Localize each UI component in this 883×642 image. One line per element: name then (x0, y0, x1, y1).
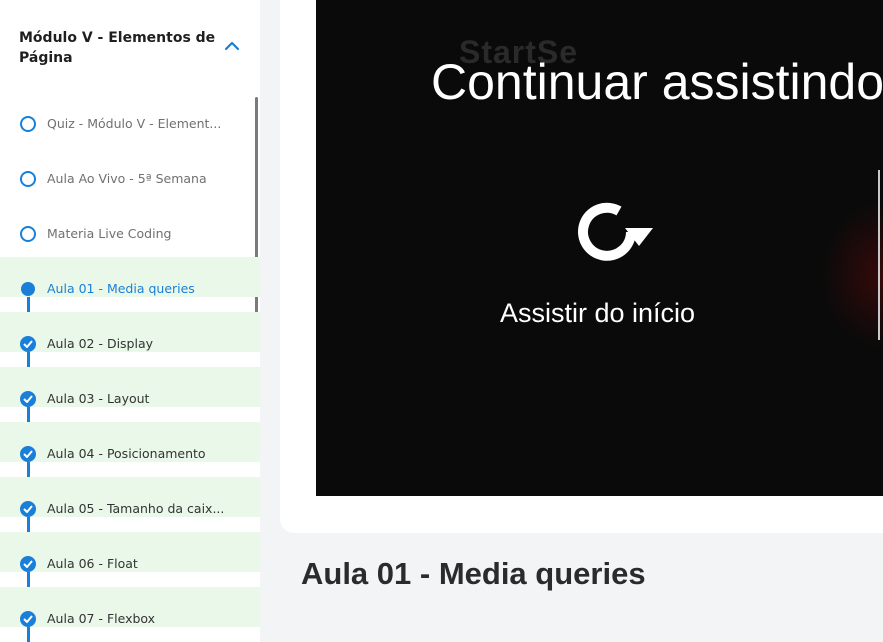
lesson-label: Aula 06 - Float (47, 556, 138, 571)
watch-from-start-button[interactable]: Assistir do início (500, 298, 695, 329)
circle-icon (20, 116, 36, 132)
lesson-label: Materia Live Coding (47, 226, 172, 241)
chevron-up-icon[interactable] (223, 38, 241, 54)
check-icon (20, 336, 36, 352)
lesson-label: Quiz - Módulo V - Element... (47, 116, 222, 131)
circle-icon (20, 226, 36, 242)
lesson-label: Aula 07 - Flexbox (47, 611, 156, 626)
check-icon (20, 391, 36, 407)
lesson-label: Aula 01 - Media queries (47, 281, 195, 296)
lesson-title: Aula 01 - Media queries (301, 556, 646, 591)
continue-watching-button[interactable]: Continuar assistindo (431, 52, 883, 112)
lesson-item[interactable]: Aula 02 - Display (0, 312, 260, 373)
lesson-item-current[interactable]: Aula 01 - Media queries (0, 257, 260, 318)
lesson-item[interactable]: Aula 06 - Float (0, 532, 260, 593)
lesson-label: Aula 03 - Layout (47, 391, 150, 406)
lesson-label: Aula 04 - Posicionamento (47, 446, 206, 461)
course-sidebar: Módulo V - Elementos de Página Quiz - Mó… (0, 0, 260, 642)
lesson-item[interactable]: Aula Ao Vivo - 5ª Semana (0, 153, 260, 208)
video-divider (878, 170, 880, 340)
lesson-label: Aula 05 - Tamanho da caix... (47, 501, 225, 516)
check-icon (20, 446, 36, 462)
current-dot-icon (21, 282, 35, 296)
circle-icon (20, 171, 36, 187)
check-icon (20, 501, 36, 517)
lesson-item[interactable]: Aula 03 - Layout (0, 367, 260, 428)
lesson-label: Aula Ao Vivo - 5ª Semana (47, 171, 207, 186)
video-backdrop (820, 200, 883, 350)
lesson-item[interactable]: Quiz - Módulo V - Element... (0, 98, 260, 153)
check-icon (20, 556, 36, 572)
lesson-item[interactable]: Aula 05 - Tamanho da caix... (0, 477, 260, 538)
lesson-item[interactable]: Aula 07 - Flexbox (0, 587, 260, 642)
module-header[interactable]: Módulo V - Elementos de Página (0, 0, 260, 96)
module-title: Módulo V - Elementos de Página (19, 30, 216, 66)
check-icon (20, 611, 36, 627)
replay-icon[interactable] (563, 194, 655, 270)
lesson-label: Aula 02 - Display (47, 336, 154, 351)
lesson-list: Quiz - Módulo V - Element... Aula Ao Viv… (0, 98, 260, 642)
lesson-item[interactable]: Aula 04 - Posicionamento (0, 422, 260, 483)
lesson-item[interactable]: Materia Live Coding (0, 208, 260, 263)
